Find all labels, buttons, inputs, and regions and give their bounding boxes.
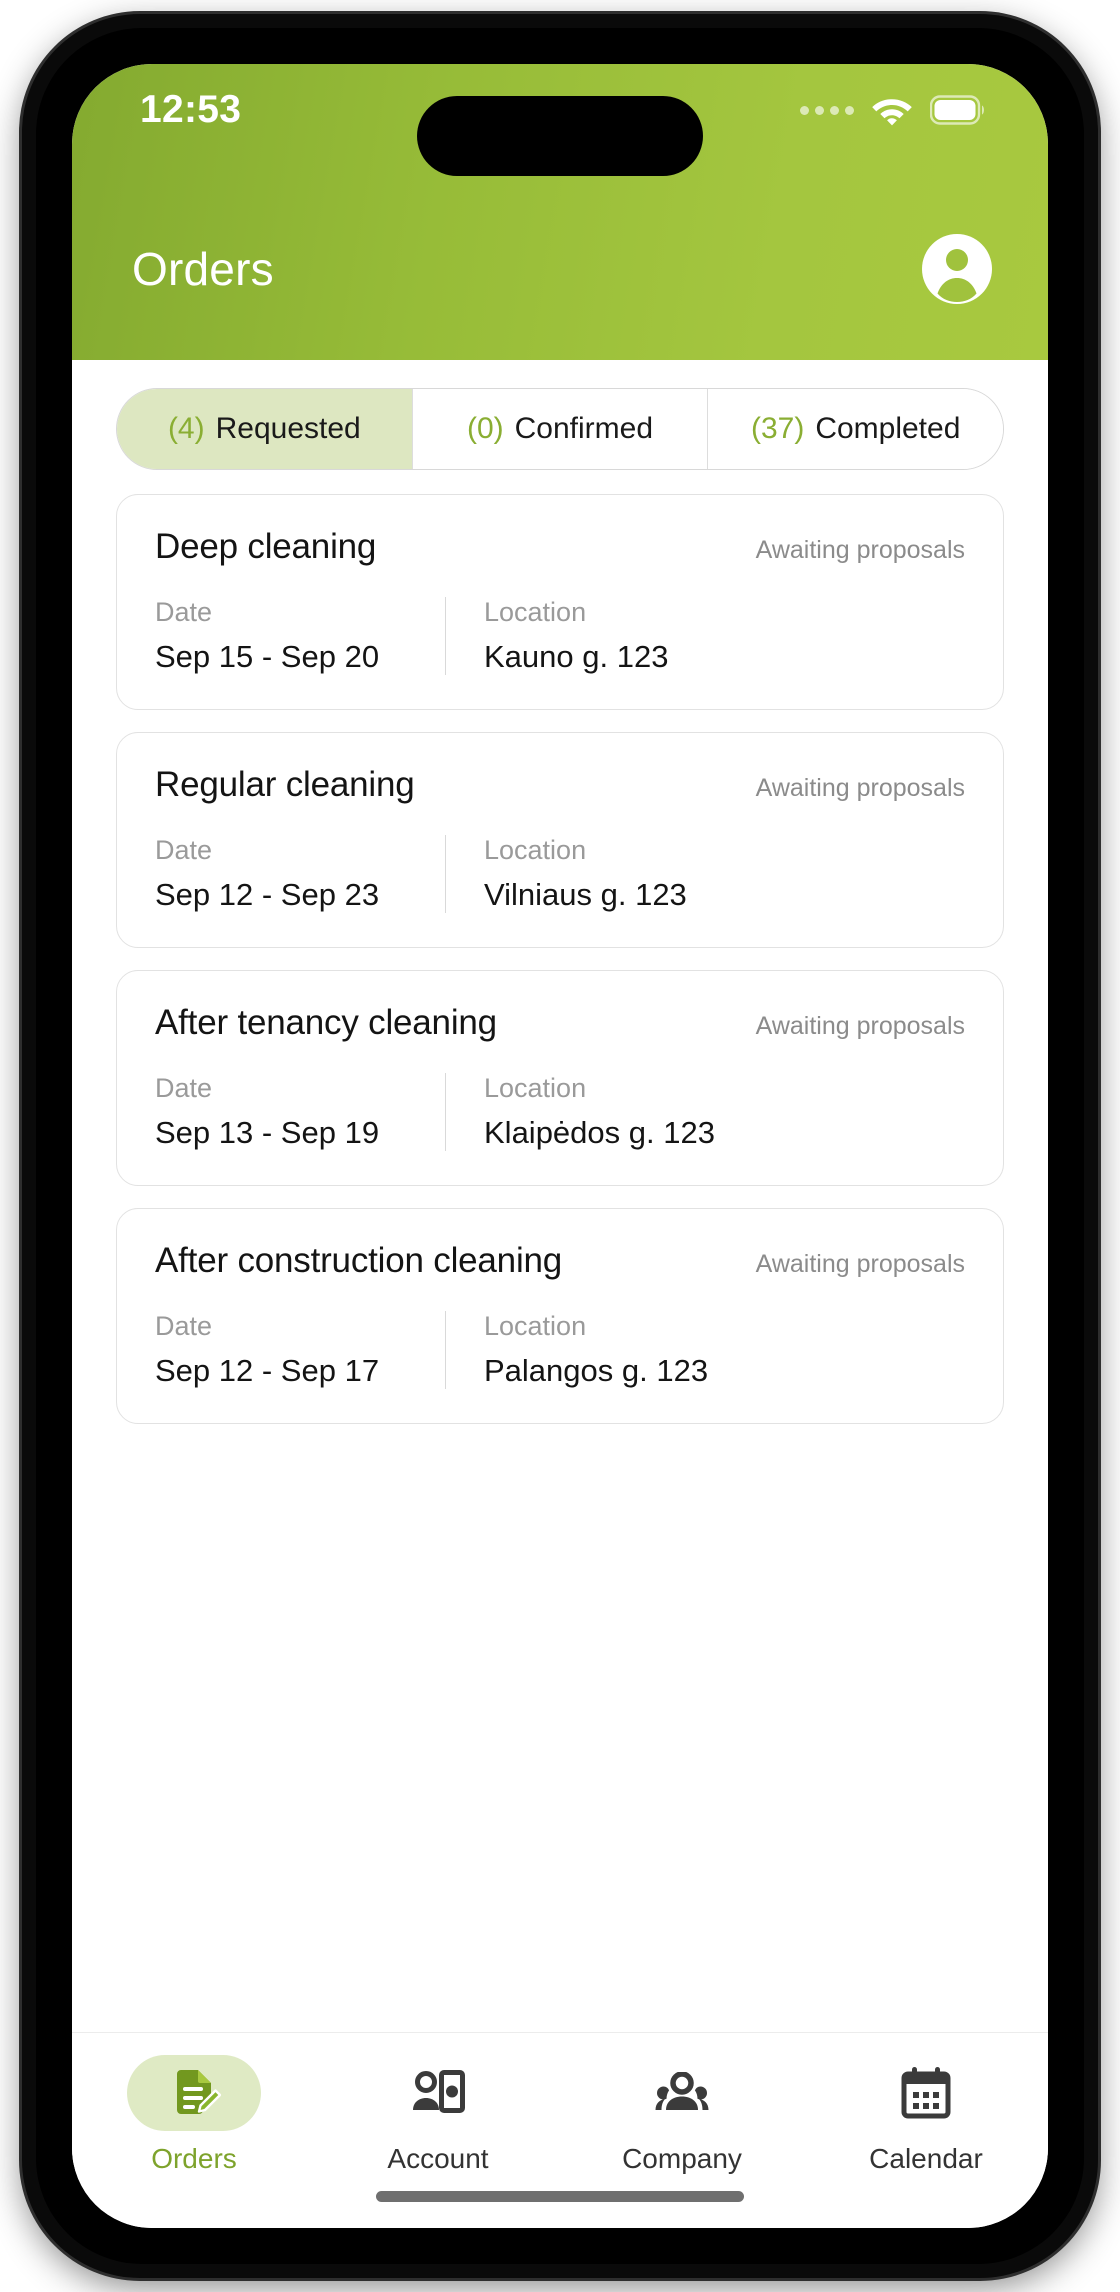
- nav-item-account[interactable]: Account: [316, 2055, 560, 2175]
- nav-account-label: Account: [387, 2143, 489, 2174]
- order-date-label: Date: [155, 597, 213, 627]
- nav-calendar-icon-background: [859, 2055, 993, 2131]
- order-date-field: Date Sep 15 - Sep 20: [155, 597, 445, 675]
- order-location-field: Location Kauno g. 123: [445, 597, 668, 675]
- order-location-value: Klaipėdos g. 123: [484, 1115, 715, 1150]
- calendar-icon: [901, 2067, 951, 2119]
- order-title: After construction cleaning: [155, 1241, 563, 1280]
- page-title: Orders: [132, 243, 274, 295]
- people-group-icon: [655, 2072, 709, 2110]
- order-status: Awaiting proposals: [755, 1250, 965, 1278]
- order-location-field: Location Vilniaus g. 123: [445, 835, 687, 913]
- app-header: 12:53 Orders: [72, 64, 1048, 360]
- order-title: After tenancy cleaning: [155, 1003, 497, 1042]
- tab-confirmed[interactable]: (0) Confirmed: [412, 389, 709, 469]
- order-date-label: Date: [155, 835, 213, 865]
- order-location-field: Location Klaipėdos g. 123: [445, 1073, 715, 1151]
- order-date-label: Date: [155, 1311, 213, 1341]
- dynamic-island: [417, 96, 703, 176]
- tab-requested[interactable]: (4) Requested: [117, 389, 413, 469]
- order-card-header: After tenancy cleaning Awaiting proposal…: [155, 1003, 965, 1043]
- order-date-field: Date Sep 12 - Sep 17: [155, 1311, 445, 1389]
- order-card-fields: Date Sep 12 - Sep 23 Location Vilniaus g…: [155, 835, 965, 913]
- status-bar-time: 12:53: [140, 88, 242, 131]
- order-card-header: Regular cleaning Awaiting proposals: [155, 765, 965, 805]
- wifi-icon: [872, 98, 912, 125]
- order-list: Deep cleaning Awaiting proposals Date Se…: [116, 494, 1004, 1424]
- order-location-value: Palangos g. 123: [484, 1353, 709, 1388]
- order-card[interactable]: After construction cleaning Awaiting pro…: [116, 1208, 1004, 1424]
- order-location-label: Location: [484, 1073, 587, 1103]
- person-money-icon: [413, 2070, 465, 2113]
- document-edit-icon: [177, 2070, 221, 2114]
- tab-requested-count: (4): [167, 412, 205, 445]
- order-status-tabs: (4) Requested (0) Confirmed (37) Complet…: [116, 388, 1004, 470]
- order-date-field: Date Sep 13 - Sep 19: [155, 1073, 445, 1151]
- order-card[interactable]: Regular cleaning Awaiting proposals Date…: [116, 732, 1004, 948]
- nav-item-calendar[interactable]: Calendar: [804, 2055, 1048, 2175]
- order-card-fields: Date Sep 12 - Sep 17 Location Palangos g…: [155, 1311, 965, 1389]
- tab-completed-count: (37): [750, 412, 805, 445]
- order-date-value: Sep 15 - Sep 20: [155, 639, 380, 674]
- nav-orders-icon-background: [127, 2055, 261, 2131]
- nav-account-icon-background: [371, 2055, 505, 2131]
- phone-bezel: 12:53 Orders (4) Requested (0) Confirmed…: [36, 28, 1084, 2264]
- order-location-field: Location Palangos g. 123: [445, 1311, 708, 1389]
- order-card[interactable]: Deep cleaning Awaiting proposals Date Se…: [116, 494, 1004, 710]
- nav-calendar-label: Calendar: [869, 2143, 983, 2174]
- order-date-value: Sep 12 - Sep 17: [155, 1353, 380, 1388]
- signal-dots-icon: [800, 105, 854, 115]
- order-card-fields: Date Sep 13 - Sep 19 Location Klaipėdos …: [155, 1073, 965, 1151]
- order-location-label: Location: [484, 1311, 587, 1341]
- order-card-fields: Date Sep 15 - Sep 20 Location Kauno g. 1…: [155, 597, 965, 675]
- account-avatar-icon[interactable]: [920, 232, 994, 306]
- order-date-label: Date: [155, 1073, 213, 1103]
- order-location-value: Vilniaus g. 123: [484, 877, 687, 912]
- status-bar-indicators: [800, 95, 986, 126]
- order-card-header: After construction cleaning Awaiting pro…: [155, 1241, 965, 1281]
- nav-company-label: Company: [622, 2143, 742, 2174]
- nav-orders-label: Orders: [151, 2143, 237, 2174]
- order-location-label: Location: [484, 835, 587, 865]
- tab-confirmed-count: (0): [466, 412, 504, 445]
- tab-confirmed-label: Confirmed: [514, 412, 654, 445]
- order-title: Deep cleaning: [155, 527, 377, 566]
- order-status: Awaiting proposals: [755, 536, 965, 564]
- nav-item-orders[interactable]: Orders: [72, 2055, 316, 2175]
- order-date-value: Sep 13 - Sep 19: [155, 1115, 380, 1150]
- phone-screen: 12:53 Orders (4) Requested (0) Confirmed…: [72, 64, 1048, 2228]
- order-status: Awaiting proposals: [755, 1012, 965, 1040]
- order-card-header: Deep cleaning Awaiting proposals: [155, 527, 965, 567]
- order-location-value: Kauno g. 123: [484, 639, 669, 674]
- tab-completed-label: Completed: [815, 412, 961, 445]
- tab-requested-label: Requested: [215, 412, 361, 445]
- main-content: (4) Requested (0) Confirmed (37) Complet…: [72, 360, 1048, 2228]
- nav-item-company[interactable]: Company: [560, 2055, 804, 2175]
- phone-frame: 12:53 Orders (4) Requested (0) Confirmed…: [22, 14, 1098, 2278]
- order-status: Awaiting proposals: [755, 774, 965, 802]
- order-date-value: Sep 12 - Sep 23: [155, 877, 380, 912]
- order-title: Regular cleaning: [155, 765, 415, 804]
- home-indicator[interactable]: [376, 2191, 744, 2202]
- order-location-label: Location: [484, 597, 587, 627]
- tab-completed[interactable]: (37) Completed: [708, 389, 1003, 469]
- order-card[interactable]: After tenancy cleaning Awaiting proposal…: [116, 970, 1004, 1186]
- battery-icon: [930, 95, 984, 125]
- order-date-field: Date Sep 12 - Sep 23: [155, 835, 445, 913]
- nav-company-icon-background: [615, 2055, 749, 2131]
- header-title-bar: Orders: [72, 214, 1048, 324]
